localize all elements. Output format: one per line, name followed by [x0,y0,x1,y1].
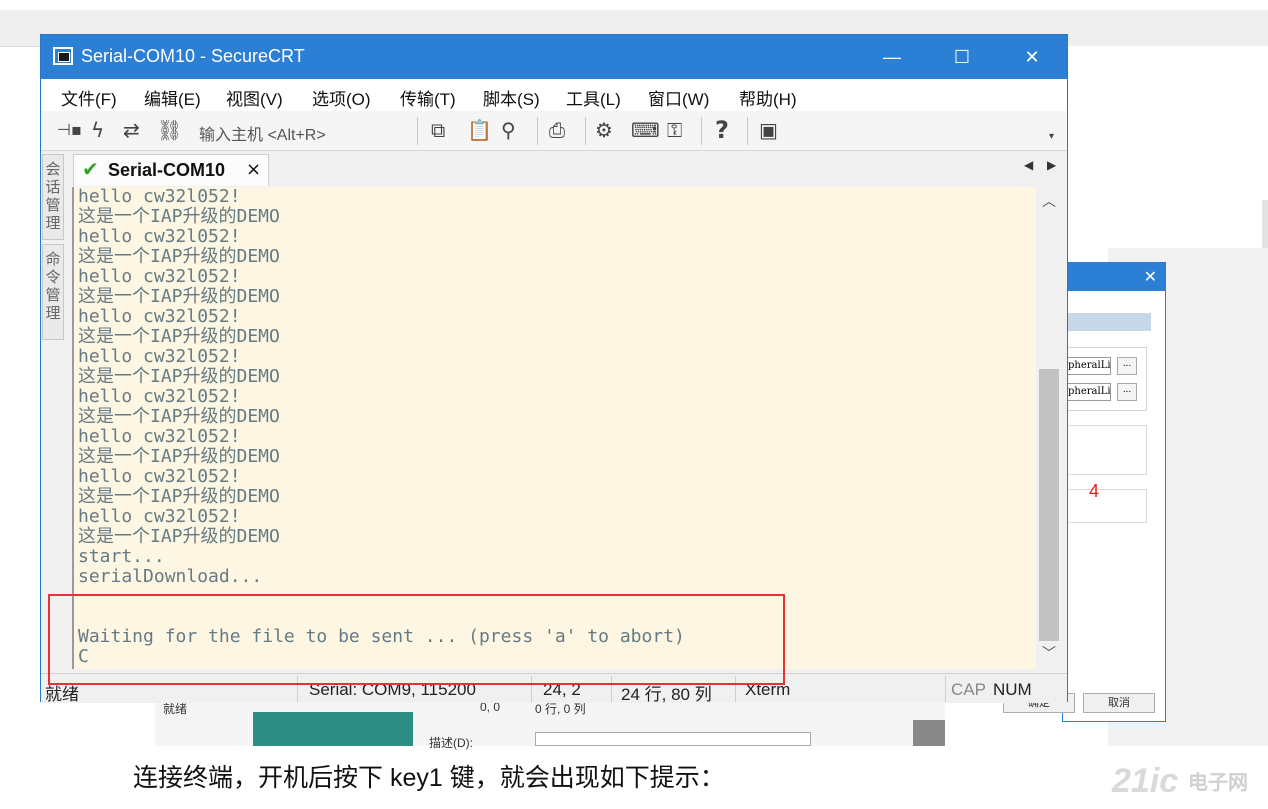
status-separator [945,676,946,702]
tab-label: Serial-COM10 [108,160,226,180]
terminal-line: 这是一个IAP升级的DEMO [78,406,280,427]
background-image [253,712,413,746]
background-dialog-bar [1067,313,1151,331]
annotation-highlight-box [48,594,785,685]
background-dialog-box-2 [1067,489,1147,523]
menu-tools[interactable]: 工具(L) [566,85,621,110]
help-icon[interactable]: ? [715,118,729,142]
menu-view[interactable]: 视图(V) [226,85,283,110]
terminal-line: 这是一个IAP升级的DEMO [78,246,280,267]
background-window: 就绪 0, 0 0 行, 0 列 描述(D): [155,698,945,750]
connect-icon[interactable]: ⊣▪ [57,118,82,142]
tab-scroll-left-icon[interactable]: ◀ [1024,158,1033,172]
app-icon[interactable] [53,47,73,65]
keymap-icon[interactable]: ⌨ [631,118,660,142]
toolbar-separator [747,117,748,145]
tab-serial-com10[interactable]: ✔ Serial-COM10 × [73,154,269,186]
status-caps-lock: CAP [951,680,986,699]
cancel-button[interactable]: 取消 [1083,693,1155,713]
watermark-logo: 21ic [1112,762,1179,800]
terminal-line: 这是一个IAP升级的DEMO [78,326,280,347]
checkmark-icon: ✔ [82,157,99,181]
toolbar-overflow-icon[interactable]: ▾ [1049,125,1054,149]
menu-script[interactable]: 脚本(S) [483,85,540,110]
key-icon[interactable]: ⚿ [667,118,682,142]
terminal-line: serialDownload... [78,566,263,587]
menu-help[interactable]: 帮助(H) [739,85,797,110]
menu-edit[interactable]: 编辑(E) [144,85,201,110]
vertical-scrollbar[interactable]: ︿ ﹀ [1036,187,1062,669]
tab-close-icon[interactable]: × [246,159,261,180]
terminal-line: 这是一个IAP升级的DEMO [78,366,280,387]
description-label: 描述(D): [429,736,473,750]
page-divider [0,46,40,47]
find-icon[interactable]: ⚲ [501,118,516,142]
terminal-line: hello cw32l052! [78,266,241,287]
terminal-line: hello cw32l052! [78,466,241,487]
menu-bar: 文件(F) 编辑(E) 视图(V) 选项(O) 传输(T) 脚本(S) 工具(L… [41,79,1067,111]
sftp-icon[interactable]: ▣ [759,118,778,142]
window-title: Serial-COM10 - SecureCRT [81,46,305,66]
browse-button[interactable]: ... [1117,357,1137,375]
paste-icon[interactable]: 📋 [467,118,492,142]
lightning-icon[interactable]: ϟ [91,118,104,142]
maximize-button[interactable]: ☐ [939,35,985,79]
link-icon[interactable]: ⛓ [157,118,182,142]
scroll-up-icon[interactable]: ︿ [1036,189,1062,215]
toolbar-separator [701,117,702,145]
toolbar-separator [537,117,538,145]
browse-button-2[interactable]: ... [1117,383,1137,401]
article-caption: 连接终端，开机后按下 key1 键，就会出现如下提示： [133,764,725,792]
scroll-thumb[interactable] [1039,369,1059,641]
terminal-line: 这是一个IAP升级的DEMO [78,206,280,227]
terminal-line: hello cw32l052! [78,306,241,327]
background-dialog-box [1067,425,1147,475]
terminal-line: hello cw32l052! [78,426,241,447]
title-bar[interactable]: Serial-COM10 - SecureCRT — ☐ ✕ [41,35,1067,79]
background-strip [1262,200,1268,248]
background-scroll [913,720,945,746]
close-icon[interactable]: ✕ [1144,267,1157,287]
tab-scroll-right-icon[interactable]: ▶ [1047,158,1056,172]
terminal-line: hello cw32l052! [78,386,241,407]
toolbar: ⊣▪ ϟ ⇄ ⛓ 输入主机 <Alt+R> ⧉ 📋 ⚲ ⎙ ⚙ ⌨ ⚿ ? ▣ … [41,111,1067,151]
annotation-number: 4 [1089,481,1100,501]
session-manager-tab[interactable]: 会话管理 [42,154,64,240]
toolbar-separator [417,117,418,145]
terminal-line: 这是一个IAP升级的DEMO [78,446,280,467]
terminal-line: hello cw32l052! [78,226,241,247]
print-icon[interactable]: ⎙ [549,118,565,142]
menu-file[interactable]: 文件(F) [61,85,117,110]
library-path-field[interactable]: pheralLi [1067,357,1111,375]
background-dialog-titlebar: ✕ [1063,263,1165,291]
minimize-button[interactable]: — [869,35,915,79]
copy-icon[interactable]: ⧉ [431,118,445,142]
host-input[interactable]: 输入主机 <Alt+R> [199,121,326,145]
background-dialog: ✕ pheralLi ... pheralLi ... 4 确定 取消 [1003,262,1166,722]
terminal-line: 这是一个IAP升级的DEMO [78,526,280,547]
tab-strip: ✔ Serial-COM10 × ◀ ▶ [69,152,1067,186]
watermark-logo-sub: 电子网 [1188,772,1248,794]
command-manager-tab[interactable]: 命令管理 [42,244,64,340]
terminal-line: hello cw32l052! [78,187,241,207]
description-input[interactable] [535,732,811,746]
close-button[interactable]: ✕ [1009,35,1055,79]
terminal-line: 这是一个IAP升级的DEMO [78,486,280,507]
menu-window[interactable]: 窗口(W) [648,85,709,110]
status-num-lock: NUM [993,680,1032,699]
terminal-line: hello cw32l052! [78,346,241,367]
terminal-line: hello cw32l052! [78,506,241,527]
terminal-line: 这是一个IAP升级的DEMO [78,286,280,307]
toolbar-separator [585,117,586,145]
settings-icon[interactable]: ⚙ [595,118,613,142]
reconnect-icon[interactable]: ⇄ [123,118,140,142]
scroll-down-icon[interactable]: ﹀ [1036,641,1062,667]
menu-transfer[interactable]: 传输(T) [400,85,456,110]
terminal-line: start... [78,546,165,567]
menu-options[interactable]: 选项(O) [312,85,371,110]
library-path-field-2[interactable]: pheralLi [1067,383,1111,401]
